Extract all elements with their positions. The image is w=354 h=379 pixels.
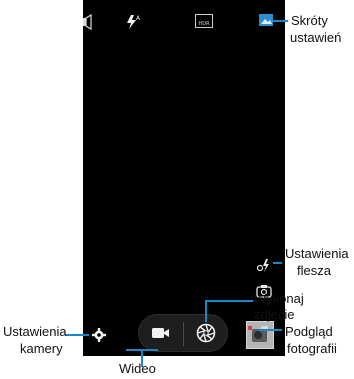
- callout-shortcuts-line2: ustawień: [290, 30, 342, 45]
- callout-line-flash: [273, 262, 282, 264]
- thumbnail-preview[interactable]: [246, 321, 274, 349]
- callout-preview-line2: fotografii: [287, 341, 337, 356]
- callout-line-take-photo-h: [205, 300, 253, 302]
- callout-preview-line1: Podgląd: [285, 324, 333, 339]
- svg-text:A: A: [136, 15, 141, 22]
- callout-shortcuts-line1: Skróty: [291, 13, 328, 28]
- capture-mode-pill: [138, 314, 228, 352]
- callout-take-photo-line2: zdjęcie: [254, 307, 295, 322]
- hdr-icon[interactable]: HDR: [195, 14, 213, 30]
- callout-take-photo-line1: Wykonaj: [254, 291, 304, 306]
- shutter-icon: [196, 323, 216, 343]
- shortcuts-icon[interactable]: [259, 14, 273, 30]
- top-shortcut-bar: A HDR: [83, 0, 285, 44]
- callout-camera-settings-line1: Ustawienia: [3, 324, 67, 339]
- flash-auto-icon[interactable]: A: [125, 14, 141, 30]
- video-camera-icon: [152, 328, 169, 338]
- callout-camera-settings-line2: kamery: [20, 341, 63, 356]
- flash-settings-icon[interactable]: [256, 257, 272, 273]
- callout-line-preview: [258, 329, 282, 331]
- hdr-label: HDR: [198, 21, 210, 27]
- volume-key-icon[interactable]: [83, 14, 99, 30]
- video-button[interactable]: [139, 315, 183, 351]
- callout-line-shortcuts: [273, 20, 288, 22]
- callout-line-camera-settings: [66, 334, 89, 336]
- gear-icon[interactable]: [92, 327, 106, 342]
- callout-line-take-photo-v: [205, 300, 207, 322]
- callout-flash-line2: flesza: [297, 263, 331, 278]
- callout-video: Wideo: [119, 361, 156, 376]
- callout-flash-line1: Ustawienia: [285, 246, 349, 261]
